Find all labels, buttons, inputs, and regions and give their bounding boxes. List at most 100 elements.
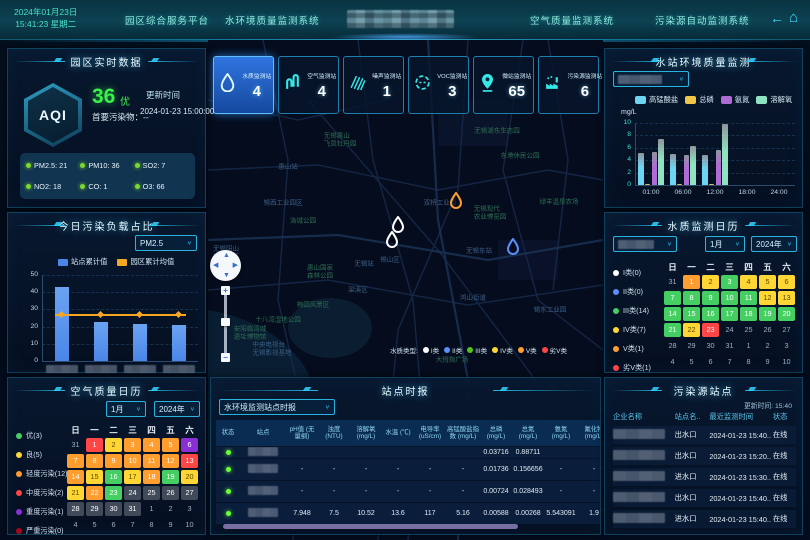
calendar-day[interactable]: 13 (778, 291, 795, 305)
calendar-day[interactable]: 1 (143, 502, 160, 516)
calendar-day[interactable]: 4 (664, 355, 681, 369)
calendar-day[interactable]: 31 (67, 438, 84, 452)
calendar-day[interactable]: 15 (683, 307, 700, 321)
calendar-day[interactable]: 28 (67, 502, 84, 516)
table-row[interactable]: 0.037160.88711 (216, 447, 601, 458)
calendar-day[interactable]: 8 (143, 518, 160, 532)
table-row[interactable]: 出水口2024-01-23 15:40..在线 (613, 489, 796, 507)
year-dropdown[interactable]: 2024年∨ (751, 236, 797, 252)
table-row[interactable]: 出水口2024-01-23 15:40..在线 (613, 426, 796, 444)
zoom-out-button[interactable]: − (221, 353, 230, 362)
station-type-button[interactable]: 微站监测站65 (473, 56, 534, 114)
calendar-day[interactable]: 17 (721, 307, 738, 321)
calendar-day[interactable]: 13 (181, 454, 198, 468)
calendar-day[interactable]: 7 (67, 454, 84, 468)
calendar-day[interactable]: 3 (124, 438, 141, 452)
calendar-day[interactable]: 19 (759, 307, 776, 321)
water-station-marker[interactable] (385, 231, 399, 253)
calendar-day[interactable]: 2 (702, 275, 719, 289)
map-pan-control[interactable]: ▲▼ ◀▶ (210, 250, 241, 281)
station-type-button[interactable]: VOC监测站3 (408, 56, 469, 114)
calendar-day[interactable]: 6 (105, 518, 122, 532)
calendar-day[interactable]: 7 (721, 355, 738, 369)
calendar-day[interactable]: 14 (664, 307, 681, 321)
calendar-day[interactable]: 16 (105, 470, 122, 484)
calendar-day[interactable]: 14 (67, 470, 84, 484)
calendar-day[interactable]: 16 (702, 307, 719, 321)
calendar-day[interactable]: 21 (664, 323, 681, 337)
calendar-day[interactable]: 5 (759, 275, 776, 289)
table-row[interactable]: 出水口2024-01-23 15:20..在线 (613, 447, 796, 465)
calendar-day[interactable]: 28 (664, 339, 681, 353)
nav-item-park-platform[interactable]: 园区综合服务平台 (125, 13, 209, 27)
calendar-day[interactable]: 7 (664, 291, 681, 305)
calendar-day[interactable]: 4 (67, 518, 84, 532)
calendar-day[interactable]: 2 (759, 339, 776, 353)
table-row[interactable]: ------0.017360.156656-- (216, 459, 601, 480)
calendar-day[interactable]: 5 (683, 355, 700, 369)
zoom-in-button[interactable]: + (221, 286, 230, 295)
calendar-day[interactable]: 8 (86, 454, 103, 468)
calendar-day[interactable]: 17 (124, 470, 141, 484)
calendar-day[interactable]: 1 (86, 438, 103, 452)
home-icon[interactable]: ⌂ (789, 9, 798, 27)
calendar-day[interactable]: 10 (721, 291, 738, 305)
table-row[interactable]: ------0.007240.028493-- (216, 481, 601, 502)
back-arrow-icon[interactable]: ← (770, 9, 784, 27)
calendar-day[interactable]: 4 (143, 438, 160, 452)
nav-item-water-system[interactable]: 水环境质量监测系统 (225, 13, 320, 27)
calendar-day[interactable]: 23 (702, 323, 719, 337)
calendar-day[interactable]: 18 (143, 470, 160, 484)
station-type-button[interactable]: 噪声监测站1 (343, 56, 404, 114)
calendar-day[interactable]: 6 (778, 275, 795, 289)
month-dropdown[interactable]: 1月∨ (705, 236, 745, 252)
calendar-day[interactable]: 9 (702, 291, 719, 305)
calendar-day[interactable]: 27 (181, 486, 198, 500)
calendar-day[interactable]: 1 (740, 339, 757, 353)
calendar-day[interactable]: 31 (721, 339, 738, 353)
calendar-day[interactable]: 30 (105, 502, 122, 516)
calendar-day[interactable]: 25 (740, 323, 757, 337)
calendar-day[interactable]: 5 (86, 518, 103, 532)
calendar-day[interactable]: 9 (105, 454, 122, 468)
calendar-day[interactable]: 3 (721, 275, 738, 289)
calendar-day[interactable]: 18 (740, 307, 757, 321)
nav-item-pollution-system[interactable]: 污染源自动监测系统 (655, 13, 750, 27)
nav-item-air-system[interactable]: 空气质量监测系统 (530, 13, 614, 27)
calendar-day[interactable]: 22 (86, 486, 103, 500)
calendar-day[interactable]: 6 (181, 438, 198, 452)
calendar-day[interactable]: 10 (778, 355, 795, 369)
calendar-day[interactable]: 1 (683, 275, 700, 289)
station-type-button[interactable]: 空气监测站4 (278, 56, 339, 114)
calendar-day[interactable]: 6 (702, 355, 719, 369)
calendar-day[interactable]: 31 (664, 275, 681, 289)
month-dropdown[interactable]: 1月∨ (106, 401, 146, 417)
station-type-button[interactable]: 水质监测站4 (213, 56, 274, 114)
calendar-day[interactable]: 5 (162, 438, 179, 452)
calendar-day[interactable]: 8 (683, 291, 700, 305)
calendar-day[interactable]: 10 (181, 518, 198, 532)
table-row[interactable]: 进水口2024-01-23 15:30..在线 (613, 468, 796, 486)
calendar-day[interactable]: 29 (86, 502, 103, 516)
calendar-day[interactable]: 20 (778, 307, 795, 321)
calendar-day[interactable]: 25 (143, 486, 160, 500)
calendar-day[interactable]: 23 (105, 486, 122, 500)
calendar-day[interactable]: 11 (740, 291, 757, 305)
water-station-marker[interactable] (449, 192, 463, 214)
calendar-day[interactable]: 7 (124, 518, 141, 532)
calendar-day[interactable]: 29 (683, 339, 700, 353)
calendar-day[interactable]: 8 (740, 355, 757, 369)
calendar-day[interactable]: 15 (86, 470, 103, 484)
calendar-day[interactable]: 12 (759, 291, 776, 305)
calendar-day[interactable]: 30 (702, 339, 719, 353)
calendar-day[interactable]: 21 (67, 486, 84, 500)
calendar-day[interactable]: 3 (181, 502, 198, 516)
horizontal-scrollbar[interactable] (223, 524, 518, 529)
station-type-button[interactable]: 污染源监测站6 (538, 56, 599, 114)
map-zoom-slider[interactable]: + − (221, 286, 230, 362)
calendar-day[interactable]: 26 (162, 486, 179, 500)
year-dropdown[interactable]: 2024年∨ (154, 401, 200, 417)
calendar-day[interactable]: 9 (759, 355, 776, 369)
calendar-day[interactable]: 2 (105, 438, 122, 452)
calendar-day[interactable]: 24 (124, 486, 141, 500)
